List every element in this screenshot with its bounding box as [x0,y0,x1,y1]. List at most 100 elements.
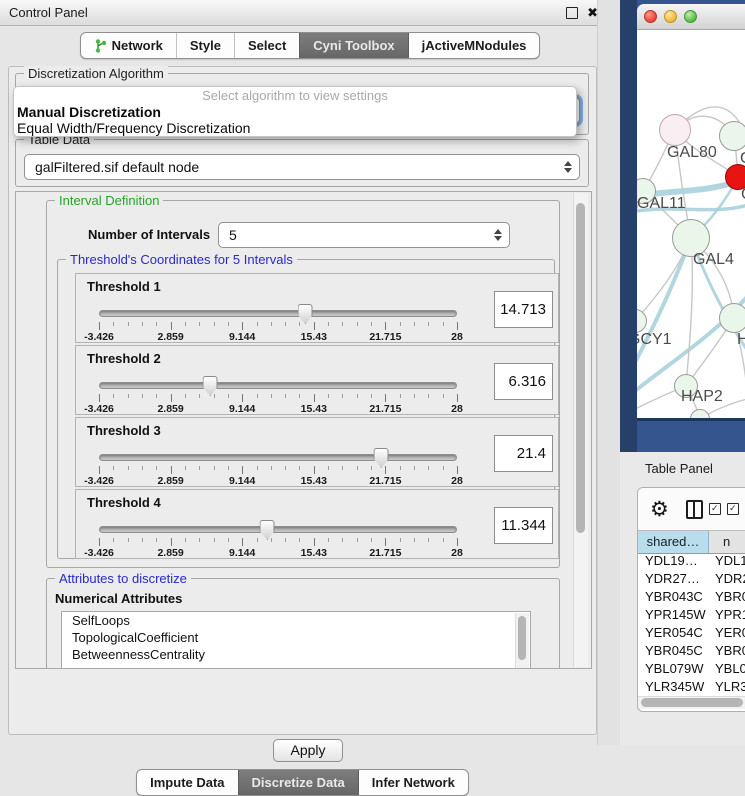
tab-discretize-data[interactable]: Discretize Data [238,770,358,795]
slider-ticks [99,394,457,402]
threshold-1-value[interactable]: 14.713 [494,291,553,328]
minimize-traffic-light-icon[interactable] [664,10,677,23]
slider-tick [156,538,157,542]
cell-shared-name[interactable]: YPR145W [638,607,708,625]
close-traffic-light-icon[interactable] [644,10,657,23]
slider-tick [228,394,229,398]
slider-tick [314,322,315,330]
slider-track[interactable] [99,454,457,461]
checkbox-icon[interactable]: ✓ [727,503,739,515]
threshold-3-value[interactable]: 21.4 [494,435,553,472]
slider-track[interactable] [99,310,457,317]
table-hscrollbar[interactable] [638,696,745,709]
slider-tick [371,538,372,542]
cell-shared-name[interactable]: YLR345W [638,679,708,696]
columns-icon[interactable] [686,500,703,519]
cyni-toolbox-panel: Discretization Algorithm Table Data galF… [8,66,597,735]
slider-track[interactable] [99,526,457,533]
panel-scrollbar-track[interactable] [573,193,588,667]
numerical-attributes-list[interactable]: SelfLoopsTopologicalCoefficientBetweenne… [61,611,531,669]
table-row[interactable]: YLR345WYLR3 [638,679,745,696]
dropdown-option-manual-discretization[interactable]: Manual Discretization [14,104,576,120]
tab-select[interactable]: Select [234,33,299,58]
threshold-1-slider[interactable]: -3.4262.8599.14415.4321.71528 [99,274,457,344]
slider-tick [214,466,215,470]
tab-impute-data[interactable]: Impute Data [137,770,237,795]
tab-network[interactable]: Network [81,33,176,58]
threshold-4-value[interactable]: 11.344 [494,507,553,544]
slider-tick [271,322,272,326]
slider-tick-label: 2.859 [157,547,183,559]
slider-tick [214,322,215,326]
slider-thumb[interactable] [374,448,389,468]
network-node[interactable] [659,114,691,146]
network-canvas[interactable]: GAL80 GAL11 GAL4 GCY1 HAP2 H G C [637,30,745,418]
number-of-intervals-combobox[interactable]: 5 [218,222,510,248]
tab-cyni-toolbox[interactable]: Cyni Toolbox [299,33,407,58]
table-row[interactable]: YBL079WYBL0 [638,661,745,679]
slider-tick [128,322,129,326]
cell-name[interactable]: YDR2 [708,571,745,589]
cell-name[interactable]: YER0 [708,625,745,643]
slider-tick [385,466,386,474]
cell-shared-name[interactable]: YER054C [638,625,708,643]
cell-name[interactable]: YPR1 [708,607,745,625]
cell-shared-name[interactable]: YDL19… [638,553,708,571]
network-window-titlebar[interactable] [637,4,745,30]
table-row[interactable]: YPR145WYPR1 [638,607,745,625]
slider-tick [443,538,444,542]
dropdown-option-equal-width-frequency[interactable]: Equal Width/Frequency Discretization [14,120,576,136]
apply-button[interactable]: Apply [273,739,343,762]
table-data-selected-value: galFiltered.sif default node [35,159,199,175]
threshold-4-slider[interactable]: -3.4262.8599.14415.4321.71528 [99,490,457,560]
threshold-3-slider[interactable]: -3.4262.8599.14415.4321.71528 [99,418,457,488]
table-row[interactable]: YBR043CYBR0 [638,589,745,607]
cell-name[interactable]: YLR3 [708,679,745,696]
table-row[interactable]: YER054CYER0 [638,625,745,643]
attribute-list-item[interactable]: SelfLoops [62,612,530,629]
slider-thumb[interactable] [298,304,313,324]
table-row[interactable]: YBR045CYBR0 [638,643,745,661]
tab-style[interactable]: Style [176,33,234,58]
threshold-2-slider[interactable]: -3.4262.8599.14415.4321.71528 [99,346,457,416]
list-scrollbar[interactable] [515,613,529,669]
attribute-list-item[interactable]: BetweennessCentrality [62,646,530,663]
panel-scrollbar-thumb[interactable] [576,203,585,533]
slider-thumb[interactable] [260,520,275,540]
cell-name[interactable]: YBL0 [708,661,745,679]
float-window-icon[interactable] [566,7,578,19]
slider-tick [285,466,286,470]
zoom-traffic-light-icon[interactable] [684,10,697,23]
column-header-shared-name[interactable]: shared… [638,531,709,553]
slider-track[interactable] [99,382,457,389]
table-data-combobox[interactable]: galFiltered.sif default node [24,154,580,180]
slider-tick [328,538,329,542]
cell-name[interactable]: YBR0 [708,643,745,661]
network-node[interactable] [719,121,745,151]
slider-tick-label: 2.859 [157,331,183,343]
threshold-2-value[interactable]: 6.316 [494,363,553,400]
cell-shared-name[interactable]: YBR043C [638,589,708,607]
slider-tick-label: 21.715 [369,475,401,487]
table-hscrollbar-thumb[interactable] [641,698,743,707]
cell-shared-name[interactable]: YDR27… [638,571,708,589]
slider-tick [285,538,286,542]
slider-tick [156,394,157,398]
cell-shared-name[interactable]: YBR045C [638,643,708,661]
network-node[interactable] [719,303,745,333]
panel-splitter[interactable] [597,0,621,745]
table-row[interactable]: YDL19…YDL1 [638,553,745,571]
tab-infer-network[interactable]: Infer Network [358,770,468,795]
tab-jactivemnodules[interactable]: jActiveMNodules [408,33,540,58]
attribute-list-item[interactable]: TopologicalCoefficient [62,629,530,646]
slider-tick [99,322,100,330]
cell-name[interactable]: YBR0 [708,589,745,607]
gear-icon[interactable]: ⚙ [650,499,669,520]
column-header-name[interactable]: n [709,531,745,553]
slider-tick-label: -3.426 [84,475,114,487]
slider-thumb[interactable] [203,376,218,396]
cell-shared-name[interactable]: YBL079W [638,661,708,679]
checkbox-icon[interactable]: ✓ [709,503,721,515]
cell-name[interactable]: YDL1 [708,553,745,571]
table-row[interactable]: YDR27…YDR2 [638,571,745,589]
